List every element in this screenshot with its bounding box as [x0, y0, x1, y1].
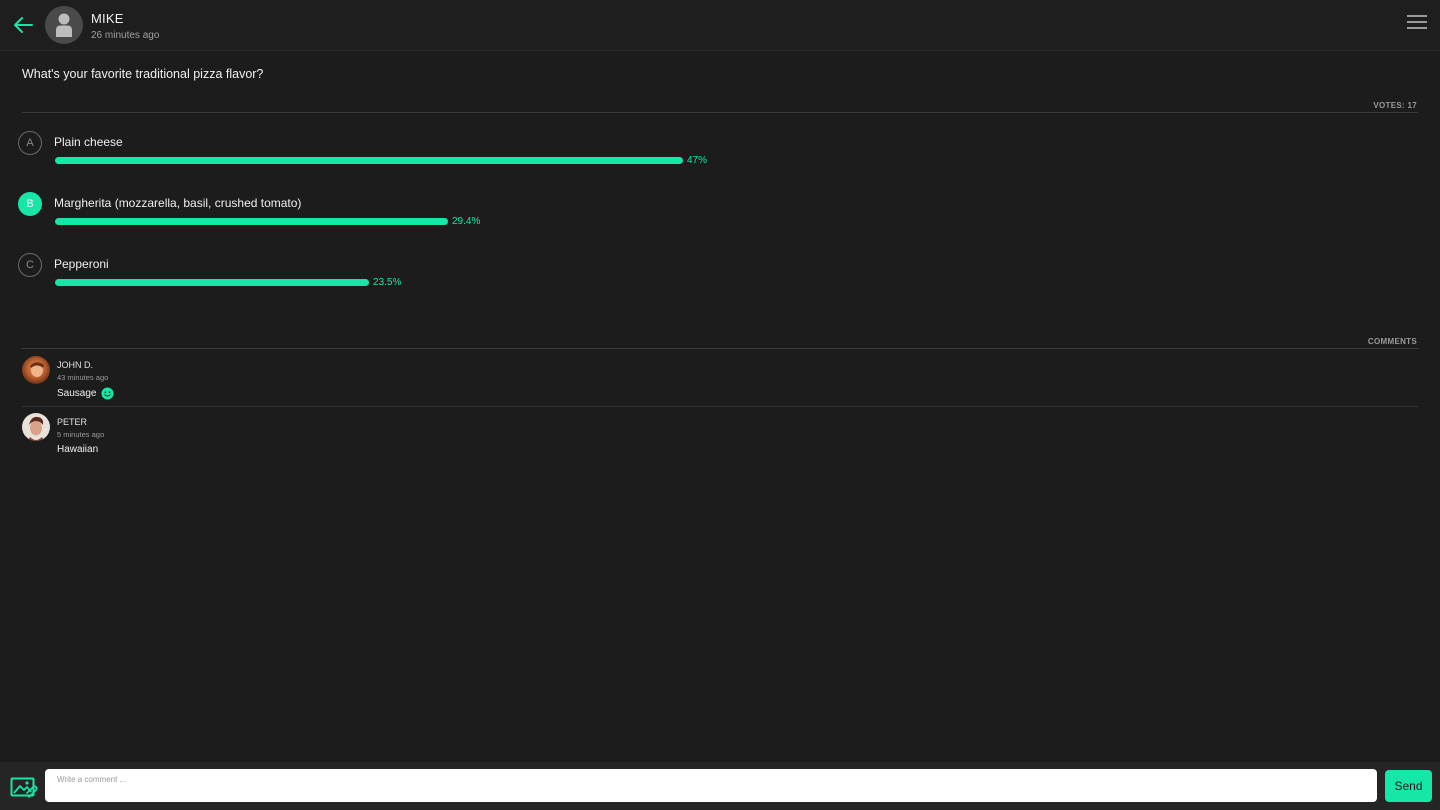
option-result-bar	[55, 279, 369, 286]
option-label: Plain cheese	[54, 135, 123, 149]
user-photo-icon	[22, 356, 50, 384]
hamburger-menu-icon[interactable]	[1407, 14, 1427, 30]
option-result-bar	[55, 218, 448, 225]
user-silhouette-icon	[56, 13, 72, 37]
comment-text: Sausage	[57, 388, 97, 399]
option-percent: 29.4%	[452, 216, 481, 227]
smile-icon	[101, 387, 115, 400]
comment-body: Sausage	[57, 387, 115, 400]
divider	[22, 348, 1418, 349]
author-avatar[interactable]	[45, 6, 83, 44]
comment-timestamp: 5 minutes ago	[57, 430, 105, 439]
option-letter-badge: C	[18, 253, 42, 277]
comment-item: JOHN D. 43 minutes ago Sausage	[22, 356, 1418, 412]
comment-timestamp: 43 minutes ago	[57, 373, 109, 382]
poll-question: What's your favorite traditional pizza f…	[22, 67, 264, 81]
comments-heading: COMMENTS	[1367, 337, 1417, 346]
comment-input[interactable]	[45, 769, 1377, 802]
send-button[interactable]: Send	[1385, 770, 1432, 802]
avatar[interactable]	[22, 356, 50, 384]
comment-item: PETER 5 minutes ago Hawaiian	[22, 413, 1418, 469]
votes-count: VOTES: 17	[1373, 101, 1417, 110]
avatar[interactable]	[22, 413, 50, 441]
poll-option-a[interactable]: A Plain cheese 47%	[18, 131, 778, 181]
poll-option-c[interactable]: C Pepperoni 23.5%	[18, 253, 778, 303]
header-bar: MIKE 26 minutes ago	[0, 0, 1440, 51]
comment-text: Hawaiian	[57, 444, 99, 455]
option-percent: 23.5%	[373, 277, 402, 288]
option-label: Pepperoni	[54, 257, 109, 271]
post-timestamp: 26 minutes ago	[91, 30, 160, 41]
user-photo-icon	[22, 413, 50, 441]
comment-composer: Send	[0, 762, 1440, 810]
comment-author[interactable]: PETER	[57, 417, 87, 427]
image-attach-icon[interactable]	[10, 777, 38, 799]
option-letter-badge: A	[18, 131, 42, 155]
option-label: Margherita (mozzarella, basil, crushed t…	[54, 196, 302, 210]
divider	[22, 112, 1418, 113]
option-result-bar	[55, 157, 683, 164]
author-name[interactable]: MIKE	[91, 11, 124, 26]
poll-option-b[interactable]: B Margherita (mozzarella, basil, crushed…	[18, 192, 778, 242]
comment-author[interactable]: JOHN D.	[57, 360, 93, 370]
divider	[22, 406, 1418, 407]
arrow-left-icon[interactable]	[12, 15, 34, 35]
comment-body: Hawaiian	[57, 444, 98, 455]
option-letter-badge: B	[18, 192, 42, 216]
option-percent: 47%	[687, 155, 708, 166]
